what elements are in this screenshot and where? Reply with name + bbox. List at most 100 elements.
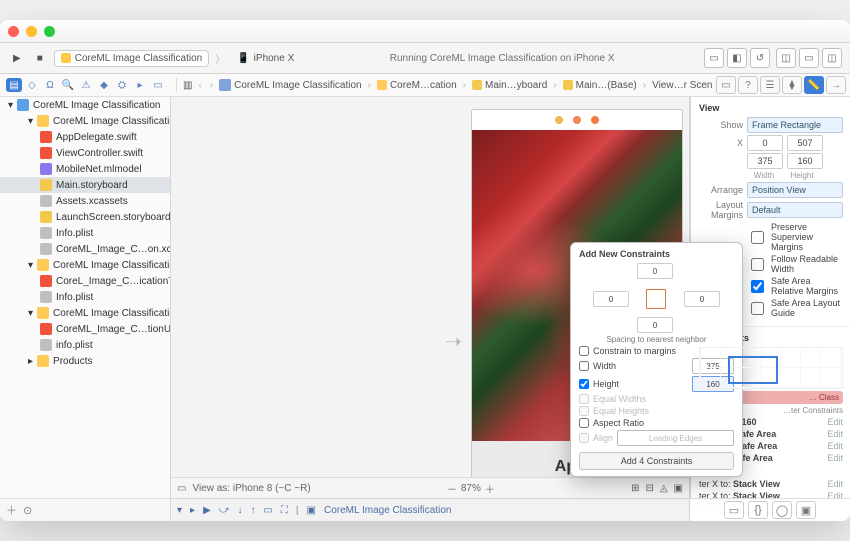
width-checkbox[interactable]	[579, 361, 589, 371]
toggle-outline-button[interactable]: ▥	[183, 80, 192, 91]
disclosure-icon[interactable]: ▸	[28, 356, 33, 367]
file-tests-swift[interactable]: CoreL_Image_C…icationTests.swift	[56, 276, 171, 287]
layout-margins-popup[interactable]: Default	[747, 202, 843, 218]
scheme-selector[interactable]: CoreML Image Classification	[54, 50, 209, 67]
constraint-row[interactable]: ter X to: Stack ViewEdit	[699, 491, 843, 498]
help-inspector-icon[interactable]: ?	[738, 76, 758, 94]
disclosure-icon[interactable]: ▾	[28, 116, 33, 127]
edit-button[interactable]: Edit	[827, 453, 843, 463]
add-constraints-button[interactable]: Add 4 Constraints	[579, 452, 734, 470]
aspect-ratio-checkbox[interactable]	[579, 418, 589, 428]
continue-button[interactable]: ▶	[203, 505, 211, 516]
destination-selector[interactable]: 📱 iPhone X	[231, 51, 300, 66]
hide-debug-icon[interactable]: ▾	[177, 505, 182, 516]
issue-icon[interactable]: ⚠	[78, 78, 94, 92]
minimize-icon[interactable]	[26, 26, 37, 37]
x-field[interactable]: 0	[747, 135, 783, 151]
readable-width-checkbox[interactable]	[751, 258, 764, 271]
zoom-in-button[interactable]: ＋	[485, 481, 495, 496]
edit-button[interactable]: Edit	[827, 441, 843, 451]
add-button[interactable]: ＋	[6, 502, 17, 518]
disclosure-icon[interactable]: ▾	[28, 260, 33, 271]
file-uitests-info[interactable]: info.plist	[56, 340, 93, 351]
source-control-icon[interactable]: ◇	[24, 78, 40, 92]
memory-graph-icon[interactable]: ⛶	[281, 505, 288, 516]
resolve-tool-icon[interactable]: ◬	[660, 483, 668, 494]
identity-inspector-icon[interactable]: ☰	[760, 76, 780, 94]
pin-right-field[interactable]: 0	[684, 291, 720, 307]
crumb-group[interactable]: CoreM…cation	[390, 80, 457, 91]
file-assets[interactable]: Assets.xcassets	[56, 196, 128, 207]
arrange-popup[interactable]: Position View	[747, 182, 843, 198]
crumb-project[interactable]: CoreML Image Classification	[234, 80, 361, 91]
group-tests[interactable]: CoreML Image ClassificationTests	[53, 260, 171, 271]
file-uitests-swift[interactable]: CoreML_Image_C…tionUITests.swift	[56, 324, 171, 335]
crumb-scene[interactable]: View…r Scene	[652, 80, 712, 91]
width-field[interactable]: 375	[747, 153, 783, 169]
preserve-margins-checkbox[interactable]	[751, 231, 764, 244]
project-root[interactable]: CoreML Image Classification	[33, 100, 160, 111]
project-navigator-icon[interactable]: ▤	[6, 78, 22, 92]
edit-button[interactable]: Edit	[827, 429, 843, 439]
pin-bottom-field[interactable]: 0	[637, 317, 673, 333]
group-app[interactable]: CoreML Image Classification	[53, 116, 171, 127]
close-icon[interactable]	[8, 26, 19, 37]
file-viewcontroller[interactable]: ViewController.swift	[56, 148, 143, 159]
crumb-base[interactable]: Main…(Base)	[576, 80, 637, 91]
attributes-inspector-icon[interactable]: ⧫	[782, 76, 802, 94]
device-config-icon[interactable]: ▭	[177, 483, 186, 494]
toggle-navigator-button[interactable]: ◫	[776, 48, 796, 68]
standard-editor-button[interactable]: ▭	[704, 48, 724, 68]
code-snippet-library-icon[interactable]: {}	[748, 501, 768, 519]
viewas-label[interactable]: View as: iPhone 8 (~C ~R)	[192, 483, 310, 494]
filter-icon[interactable]: ⊙	[23, 504, 32, 517]
assistant-editor-button[interactable]: ◧	[727, 48, 747, 68]
disclosure-icon[interactable]: ▾	[8, 100, 13, 111]
find-icon[interactable]: 🔍	[60, 78, 76, 92]
debug-target-label[interactable]: CoreML Image Classification	[324, 505, 451, 516]
media-library-icon[interactable]: ▣	[796, 501, 816, 519]
run-button[interactable]: ▶	[8, 51, 26, 66]
toggle-debug-button[interactable]: ▭	[799, 48, 819, 68]
toggle-inspector-button[interactable]: ◫	[822, 48, 842, 68]
height-field[interactable]: 160	[787, 153, 823, 169]
zoom-controls[interactable]: － 87% ＋	[447, 481, 495, 496]
step-out-icon[interactable]: ↑	[250, 505, 255, 516]
edit-button[interactable]: Edit	[827, 479, 843, 489]
crumb-file[interactable]: Main…yboard	[485, 80, 547, 91]
project-navigator[interactable]: ▾CoreML Image Classification ▾CoreML Ima…	[0, 97, 171, 498]
breadcrumb[interactable]: ▥ ‹› CoreML Image Classification › CoreM…	[177, 79, 712, 91]
test-icon[interactable]: ◆	[96, 78, 112, 92]
breakpoint-icon[interactable]: ▸	[132, 78, 148, 92]
embed-tool-icon[interactable]: ▣	[674, 483, 683, 494]
connections-inspector-icon[interactable]: →	[826, 76, 846, 94]
safearea-guide-checkbox[interactable]	[751, 302, 764, 315]
y-field[interactable]: 507	[787, 135, 823, 151]
view-debug-icon[interactable]: ▭	[263, 505, 272, 516]
step-into-icon[interactable]: ↓	[237, 505, 242, 516]
edit-button[interactable]: Edit	[827, 491, 843, 498]
report-icon[interactable]: ▭	[150, 78, 166, 92]
file-infoplist[interactable]: Info.plist	[56, 228, 93, 239]
breakpoints-toggle-icon[interactable]: ▸	[190, 505, 195, 516]
pin-left-field[interactable]: 0	[593, 291, 629, 307]
file-appdelegate[interactable]: AppDelegate.swift	[56, 132, 137, 143]
constraint-row[interactable]: ter X to: Stack ViewEdit	[699, 479, 843, 489]
constraint-diagram[interactable]	[699, 347, 843, 389]
object-library-icon[interactable]: ◯	[772, 501, 792, 519]
aspect-ratio-row[interactable]: Aspect Ratio	[579, 418, 734, 428]
pin-tool-icon[interactable]: ⊟	[645, 483, 653, 494]
safearea-relative-checkbox[interactable]	[751, 280, 764, 293]
file-tests-info[interactable]: Info.plist	[56, 292, 93, 303]
zoom-out-button[interactable]: －	[447, 481, 457, 496]
step-over-icon[interactable]: ⤻	[219, 505, 230, 516]
show-popup[interactable]: Frame Rectangle	[747, 117, 843, 133]
file-datamodel[interactable]: CoreML_Image_C…on.xcdatamodeld	[56, 244, 171, 255]
constrain-margins-checkbox[interactable]	[579, 346, 589, 356]
file-template-library-icon[interactable]: ▭	[724, 501, 744, 519]
align-tool-icon[interactable]: ⊞	[631, 483, 639, 494]
disclosure-icon[interactable]: ▾	[28, 308, 33, 319]
size-inspector-icon[interactable]: 📏	[804, 76, 824, 94]
stop-button[interactable]: ■	[32, 51, 48, 66]
pin-top-field[interactable]: 0	[637, 263, 673, 279]
